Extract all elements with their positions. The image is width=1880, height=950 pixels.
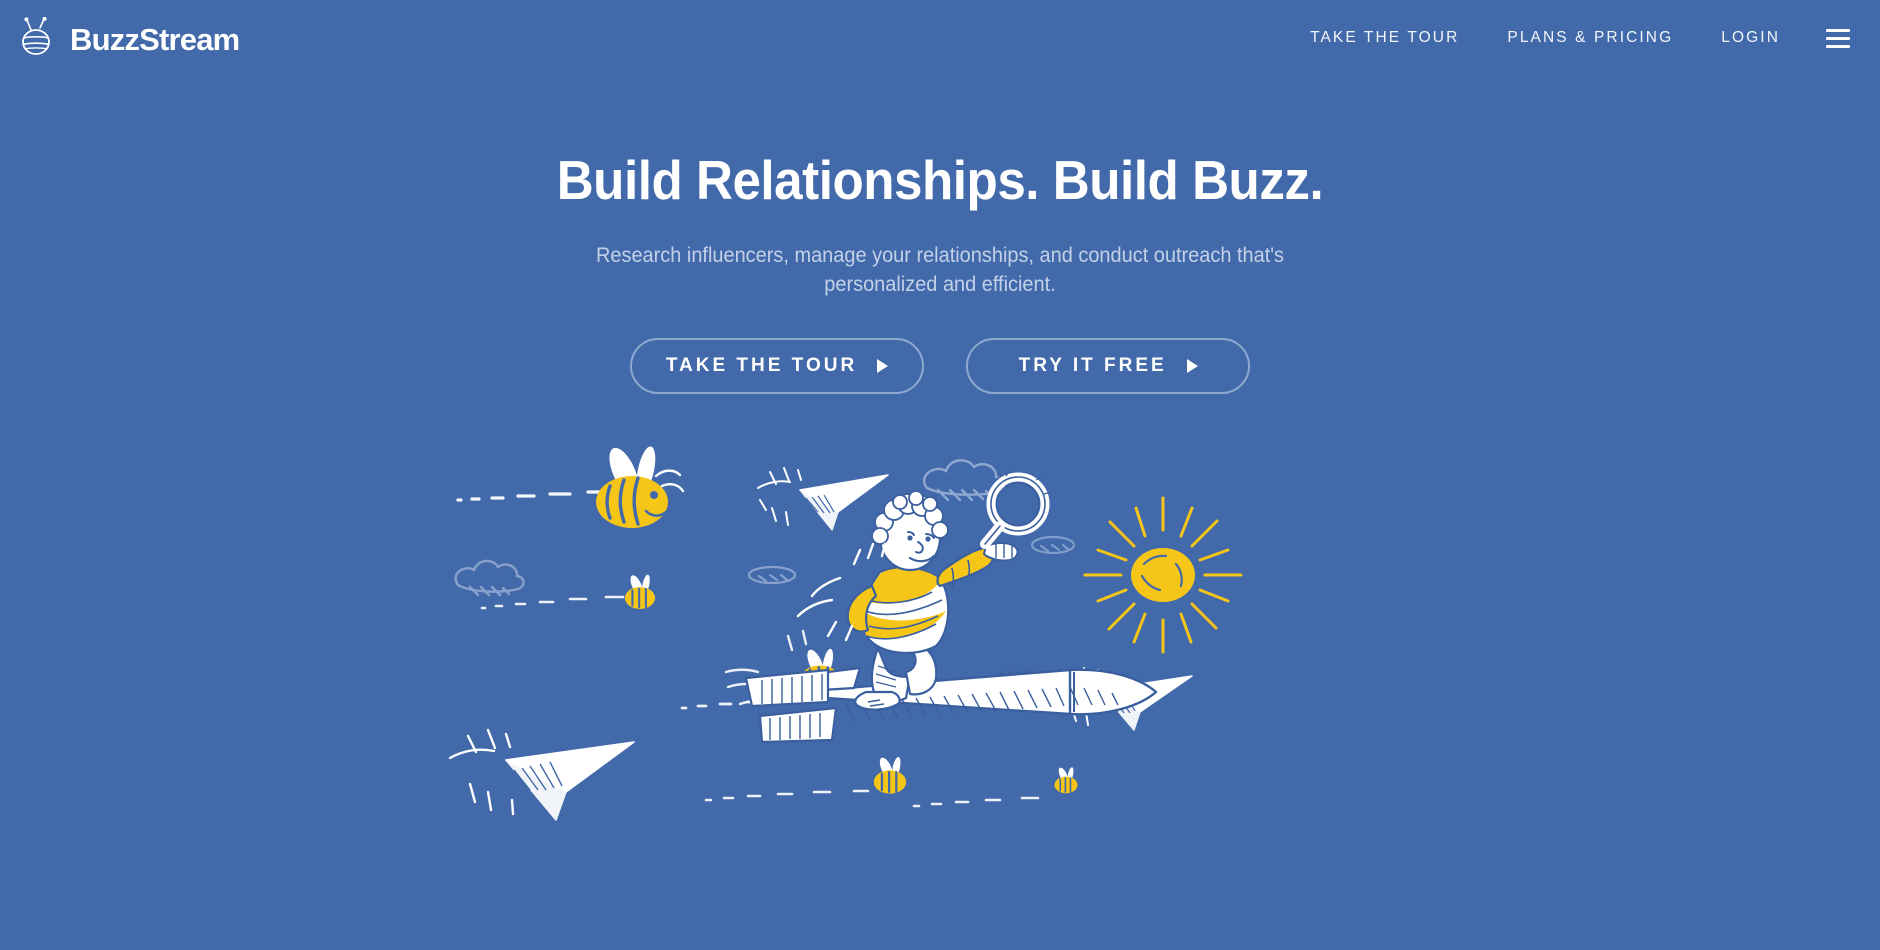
- bee-trail-bottom-right: [912, 796, 1040, 808]
- cloud-small-right: [1030, 535, 1076, 555]
- bee-small-center: [799, 648, 841, 695]
- bee-small-left: [624, 574, 656, 609]
- hero-take-the-tour-label: TAKE THE TOUR: [665, 355, 858, 377]
- paper-airplane-bottom-left: [448, 728, 635, 821]
- hero-subtitle: Research influencers, manage your relati…: [595, 243, 1285, 297]
- paper-airplane-top: [757, 467, 889, 531]
- cloud-left: [454, 559, 525, 597]
- hero-try-it-free-label: TRY IT FREE: [1018, 355, 1167, 377]
- hero-cta-group: TAKE THE TOUR TRY IT FREE: [0, 338, 1880, 395]
- hero-take-the-tour-button[interactable]: TAKE THE TOUR: [629, 338, 925, 395]
- play-triangle-icon: [1186, 359, 1198, 374]
- bee-large: [596, 446, 685, 528]
- bee-small-right: [1054, 767, 1078, 794]
- cloud-top: [923, 459, 1005, 502]
- bee-trail-large: [456, 490, 612, 502]
- hero-illustration: [440, 440, 1440, 880]
- bee-small-bottom: [873, 757, 907, 794]
- sun: [1083, 496, 1243, 654]
- hero-try-it-free-button[interactable]: TRY IT FREE: [966, 338, 1251, 395]
- paper-airplane-right: [1057, 667, 1193, 731]
- boy-on-rocket: [724, 469, 1158, 744]
- hero-section: Build Relationships. Build Buzz. Researc…: [0, 0, 1880, 395]
- cloud-small-center: [747, 565, 797, 585]
- bee-trail-bottom-center: [704, 789, 870, 802]
- bee-trail-small-left: [480, 595, 625, 610]
- bee-trail-bottom-left: [680, 698, 800, 710]
- play-triangle-icon: [877, 359, 889, 374]
- landing-page: BuzzStream TAKE THE TOUR PLANS & PRICING…: [0, 0, 1880, 950]
- page-title: Build Relationships. Build Buzz.: [556, 149, 1324, 211]
- magnifying-glass: [980, 469, 1052, 549]
